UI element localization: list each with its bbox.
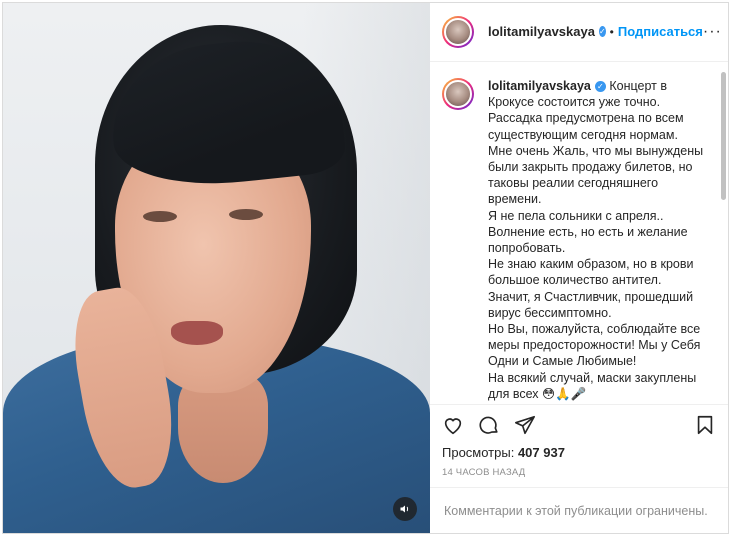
video-person-mouth — [171, 321, 223, 345]
comments-scrollbar[interactable] — [721, 71, 726, 200]
avatar[interactable] — [442, 15, 474, 48]
views-number: 407 937 — [517, 445, 565, 461]
speaker-icon[interactable] — [393, 497, 417, 521]
caption-row: lolitamilyavskaya ✓ Концерт в Крокусе сос… — [442, 77, 708, 402]
post-video[interactable] — [3, 3, 430, 533]
heart-icon[interactable] — [442, 414, 464, 436]
verified-badge-icon: ✓ — [594, 81, 606, 93]
video-person-eye-right — [229, 209, 263, 220]
caption: lolitamilyavskaya ✓ Концерт в Крокусе сос… — [488, 78, 708, 402]
comments-disabled-notice: Комментарии к этой публикации ограничены… — [430, 487, 728, 533]
post-header: lolitamilyavskaya ✓ • Подписаться ··· — [430, 3, 728, 62]
comments-section[interactable]: lolitamilyavskaya ✓ Концерт в Крокусе сос… — [430, 62, 728, 406]
share-icon[interactable] — [514, 414, 536, 436]
verified-badge-icon: ✓ — [598, 26, 606, 38]
bookmark-icon[interactable] — [694, 414, 716, 436]
follow-button[interactable]: Подписаться — [618, 24, 703, 39]
post-timestamp[interactable]: 14 ЧАСОВ НАЗАД — [430, 465, 728, 487]
views-count[interactable]: Просмотры: 407 937 — [430, 445, 728, 465]
post-side-panel: lolitamilyavskaya ✓ • Подписаться ··· lo… — [430, 3, 728, 533]
comment-icon[interactable] — [478, 414, 500, 436]
caption-body: Концерт в Крокусе состоится уже точно. Р… — [488, 78, 704, 401]
views-label: Просмотры: — [442, 445, 515, 461]
author-username[interactable]: lolitamilyavskaya — [488, 24, 595, 39]
caption-username[interactable]: lolitamilyavskaya — [488, 79, 591, 93]
separator-dot: • — [609, 24, 614, 39]
more-options-icon[interactable]: ··· — [703, 23, 722, 41]
action-bar — [430, 405, 728, 445]
caption-avatar[interactable] — [442, 77, 474, 110]
post-modal: lolitamilyavskaya ✓ • Подписаться ··· lo… — [2, 2, 729, 534]
video-person-eye-left — [143, 211, 177, 222]
